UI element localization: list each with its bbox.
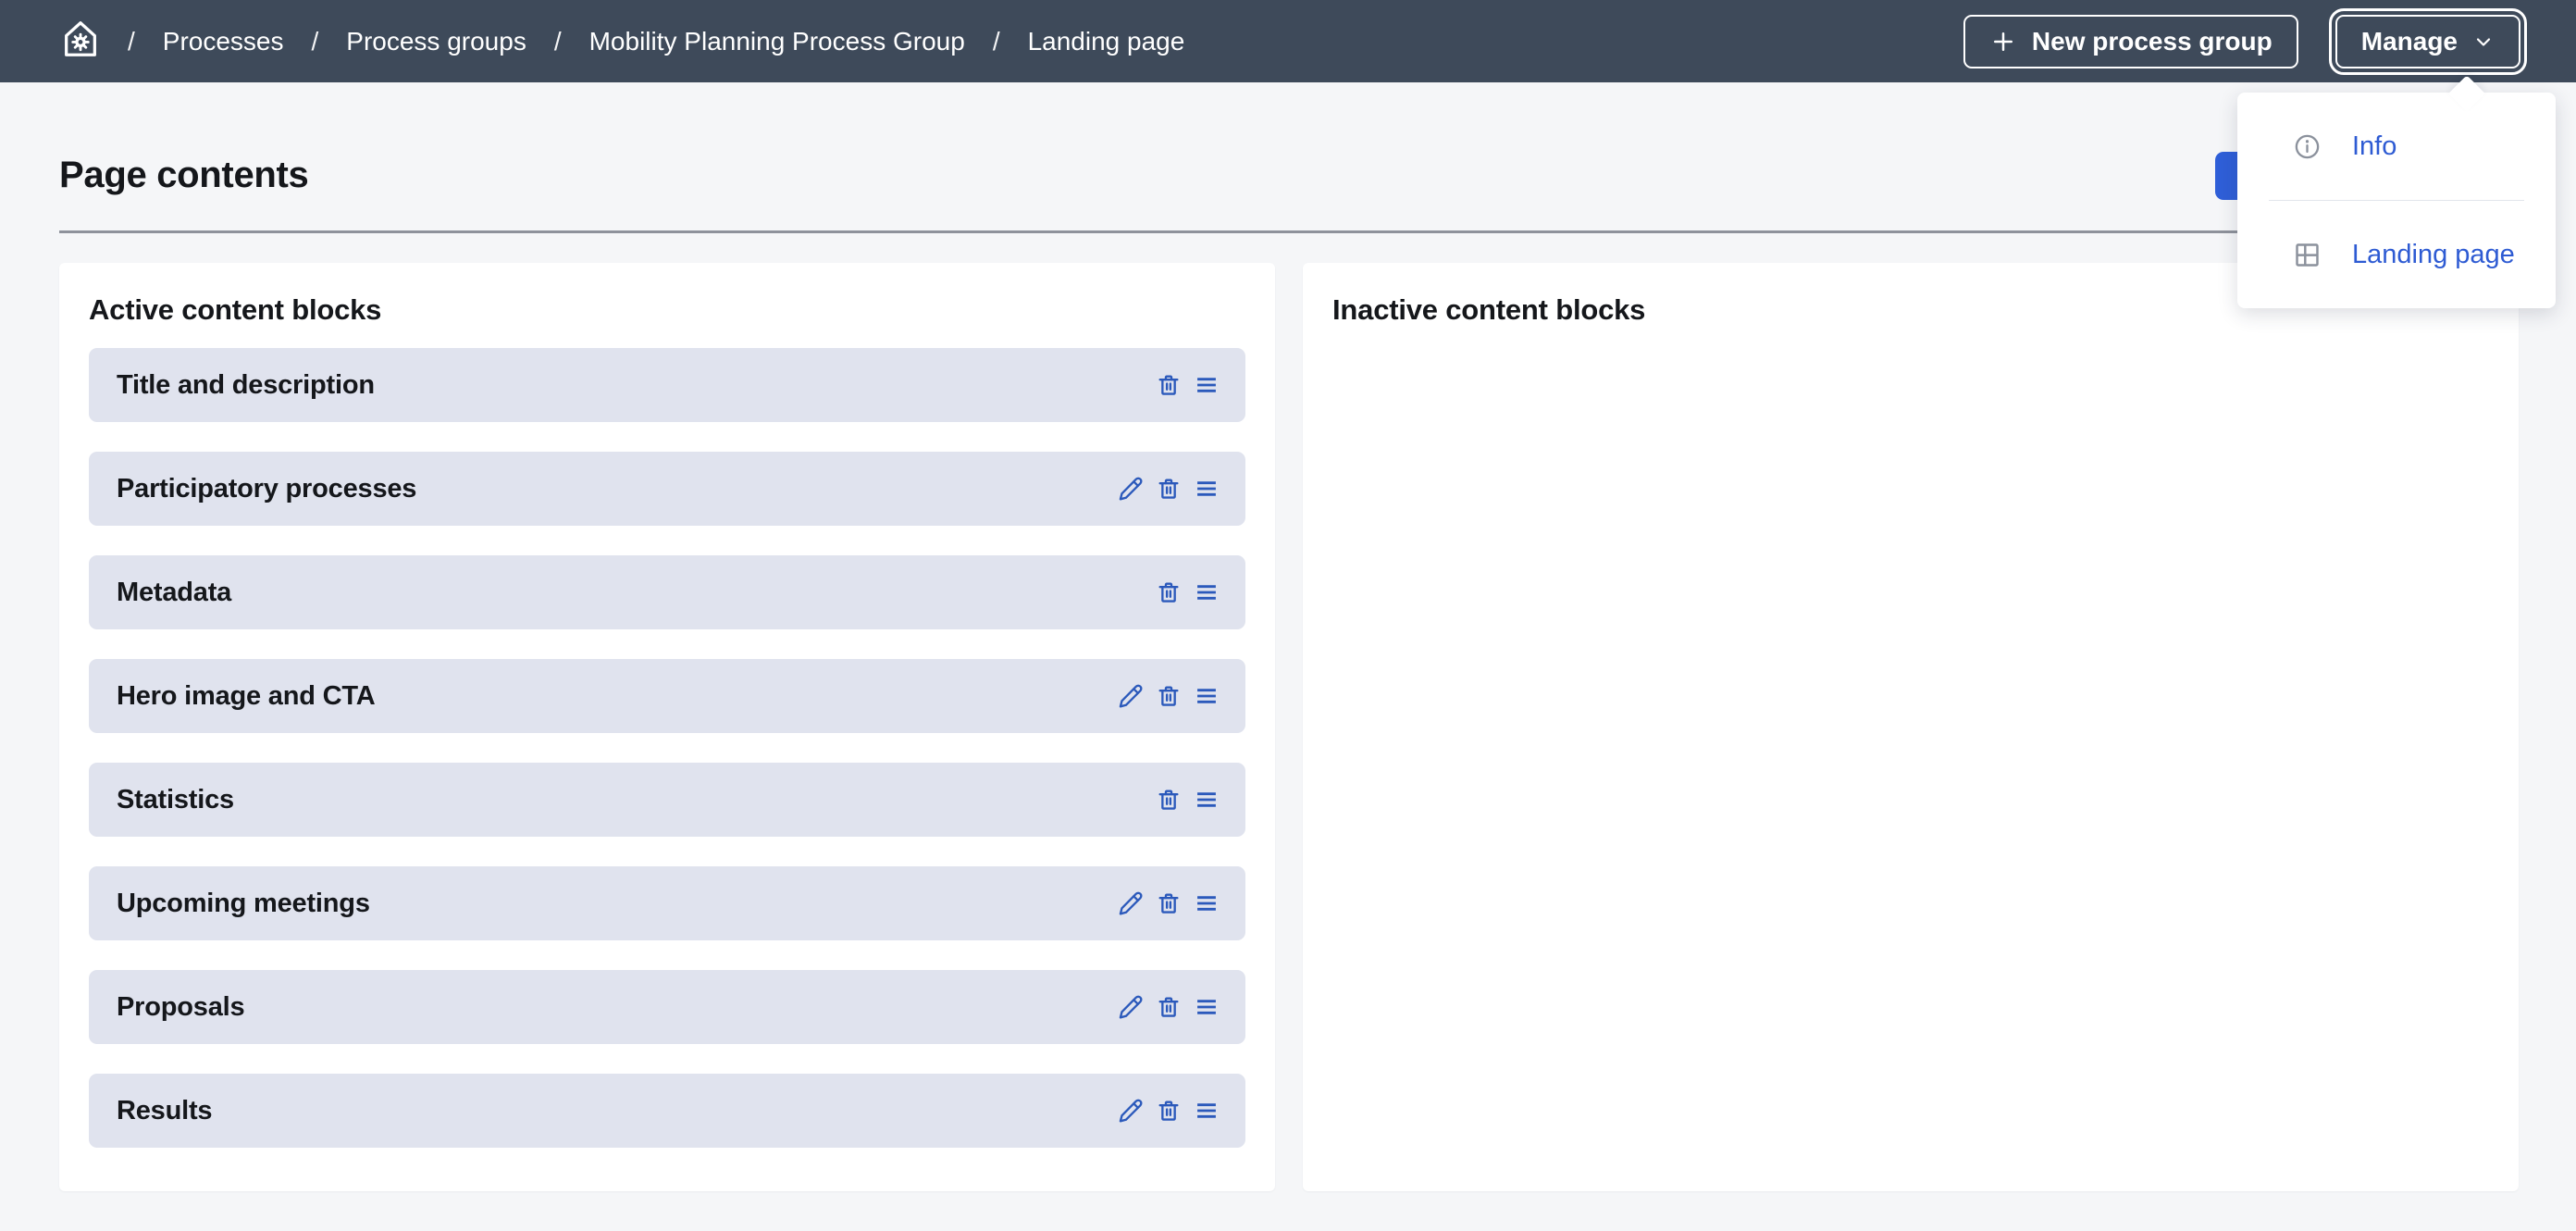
menu-lines-icon [1194,787,1220,813]
breadcrumb-item-process-groups[interactable]: Process groups [346,27,526,56]
breadcrumb: / Processes / Process groups / Mobility … [128,27,1184,56]
edit-button[interactable] [1118,890,1144,916]
breadcrumb-item-processes[interactable]: Processes [163,27,284,56]
drag-handle[interactable] [1194,787,1220,813]
content-block-row: Statistics [89,763,1245,837]
content-block-actions [1118,683,1220,709]
page-title-divider [59,230,2519,233]
edit-button[interactable] [1118,994,1144,1020]
trash-icon [1156,579,1182,605]
chevron-down-icon [2472,31,2495,53]
trash-icon [1156,683,1182,709]
pencil-icon [1118,1098,1144,1124]
content-block-actions [1156,372,1220,398]
trash-icon [1156,890,1182,916]
content-block-label: Metadata [117,578,231,608]
page-title: Page contents [59,153,2519,197]
menu-lines-icon [1194,372,1220,398]
drag-handle[interactable] [1194,476,1220,502]
menu-lines-icon [1194,683,1220,709]
manage-button[interactable]: Manage [2335,15,2520,68]
content-block-label: Upcoming meetings [117,889,370,919]
content-block-panels: Active content blocks Title and descript… [59,263,2519,1191]
delete-button[interactable] [1156,787,1182,813]
edit-button[interactable] [1118,1098,1144,1124]
manage-dropdown-menu: Info Landing page [2237,93,2556,308]
content-block-actions [1118,476,1220,502]
menu-item-landing-page-label: Landing page [2352,240,2515,270]
content-block-row: Proposals [89,970,1245,1044]
active-content-blocks-title: Active content blocks [89,292,1245,328]
new-process-group-button[interactable]: New process group [1963,15,2298,68]
breadcrumb-home-link[interactable] [59,17,102,66]
content-block-actions [1118,994,1220,1020]
menu-item-info-label: Info [2352,131,2396,162]
drag-handle[interactable] [1194,579,1220,605]
content-block-label: Results [117,1096,212,1126]
inactive-content-blocks-panel: Inactive content blocks [1303,263,2519,1191]
content-block-label: Title and description [117,370,375,401]
menu-lines-icon [1194,890,1220,916]
content-block-row: Results [89,1074,1245,1148]
active-content-blocks-list: Title and description [89,348,1245,1148]
manage-label: Manage [2361,27,2458,56]
new-process-group-label: New process group [2032,27,2273,56]
delete-button[interactable] [1156,890,1182,916]
breadcrumb-item-landing-page[interactable]: Landing page [1028,27,1185,56]
breadcrumb-separator: / [312,27,319,56]
pencil-icon [1118,994,1144,1020]
edit-button[interactable] [1118,476,1144,502]
active-content-blocks-panel: Active content blocks Title and descript… [59,263,1275,1191]
trash-icon [1156,787,1182,813]
content-block-label: Proposals [117,992,244,1023]
content-block-label: Participatory processes [117,474,416,504]
delete-button[interactable] [1156,683,1182,709]
content-block-actions [1118,890,1220,916]
content-block-row: Title and description [89,348,1245,422]
content-block-row: Participatory processes [89,452,1245,526]
content-block-row: Metadata [89,555,1245,629]
breadcrumb-item-process-group-name[interactable]: Mobility Planning Process Group [589,27,965,56]
delete-button[interactable] [1156,994,1182,1020]
drag-handle[interactable] [1194,372,1220,398]
content-block-row: Upcoming meetings [89,866,1245,940]
drag-handle[interactable] [1194,1098,1220,1124]
delete-button[interactable] [1156,579,1182,605]
content-block-actions [1156,787,1220,813]
drag-handle[interactable] [1194,683,1220,709]
content-block-actions [1156,579,1220,605]
home-gear-icon [59,17,102,66]
trash-icon [1156,1098,1182,1124]
menu-item-landing-page[interactable]: Landing page [2237,201,2556,308]
breadcrumb-separator: / [128,27,135,56]
content-block-label: Statistics [117,785,234,815]
drag-handle[interactable] [1194,994,1220,1020]
breadcrumb-separator: / [554,27,562,56]
delete-button[interactable] [1156,476,1182,502]
delete-button[interactable] [1156,1098,1182,1124]
menu-lines-icon [1194,476,1220,502]
trash-icon [1156,476,1182,502]
trash-icon [1156,994,1182,1020]
menu-lines-icon [1194,994,1220,1020]
delete-button[interactable] [1156,372,1182,398]
pencil-icon [1118,890,1144,916]
top-nav-bar: / Processes / Process groups / Mobility … [0,0,2576,82]
drag-handle[interactable] [1194,890,1220,916]
menu-item-info[interactable]: Info [2237,93,2556,200]
page-content: Page contents Active content blocks Titl… [0,82,2576,1191]
pencil-icon [1118,476,1144,502]
content-block-row: Hero image and CTA [89,659,1245,733]
content-block-label: Hero image and CTA [117,681,375,712]
menu-lines-icon [1194,1098,1220,1124]
content-block-actions [1118,1098,1220,1124]
menu-lines-icon [1194,579,1220,605]
plus-icon [1989,28,2017,56]
edit-button[interactable] [1118,683,1144,709]
breadcrumb-separator: / [993,27,1000,56]
pencil-icon [1118,683,1144,709]
information-icon [2293,132,2322,161]
trash-icon [1156,372,1182,398]
layout-grid-icon [2293,241,2322,269]
